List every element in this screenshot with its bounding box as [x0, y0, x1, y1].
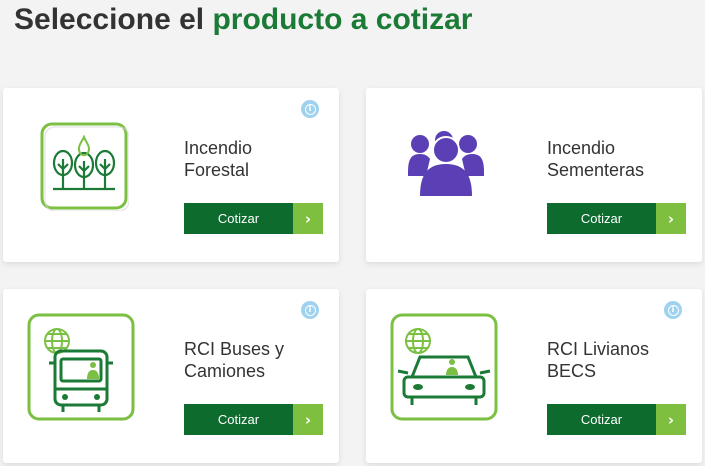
people-group-icon: [406, 128, 486, 198]
forest-fire-icon: [39, 121, 130, 212]
product-card-rci-buses-camiones: i RCI Buses y Camiones Cotizar ›: [3, 289, 339, 463]
chevron-right-icon: ›: [656, 203, 686, 234]
cotizar-button[interactable]: Cotizar ›: [547, 404, 686, 435]
bus-globe-icon: [27, 313, 135, 421]
product-card-incendio-forestal: i Incendio Forestal Cotizar ›: [3, 88, 339, 262]
product-name: Incendio Sementeras: [547, 138, 645, 180]
car-globe-icon: [390, 313, 498, 421]
info-icon[interactable]: i: [301, 301, 319, 319]
page-title-highlight: producto a cotizar: [212, 3, 473, 36]
cotizar-button[interactable]: Cotizar ›: [547, 203, 686, 234]
chevron-right-icon: ›: [656, 404, 686, 435]
info-icon[interactable]: i: [301, 100, 319, 118]
info-icon[interactable]: i: [664, 301, 682, 319]
page-title-prefix: Seleccione el: [14, 3, 205, 36]
cotizar-button[interactable]: Cotizar ›: [184, 203, 323, 234]
chevron-right-icon: ›: [293, 203, 323, 234]
product-card-incendio-sementeras: Incendio Sementeras Cotizar ›: [366, 88, 702, 262]
product-card-rci-livianos-becs: i RCI Livianos BECS Cotizar ›: [366, 289, 702, 463]
product-name: RCI Buses y Camiones: [184, 339, 285, 381]
product-name: Incendio Forestal: [184, 138, 253, 180]
chevron-right-icon: ›: [293, 404, 323, 435]
page-title: Seleccione el producto a cotizar: [14, 0, 472, 40]
product-name: RCI Livianos BECS: [547, 339, 650, 381]
cotizar-button[interactable]: Cotizar ›: [184, 404, 323, 435]
